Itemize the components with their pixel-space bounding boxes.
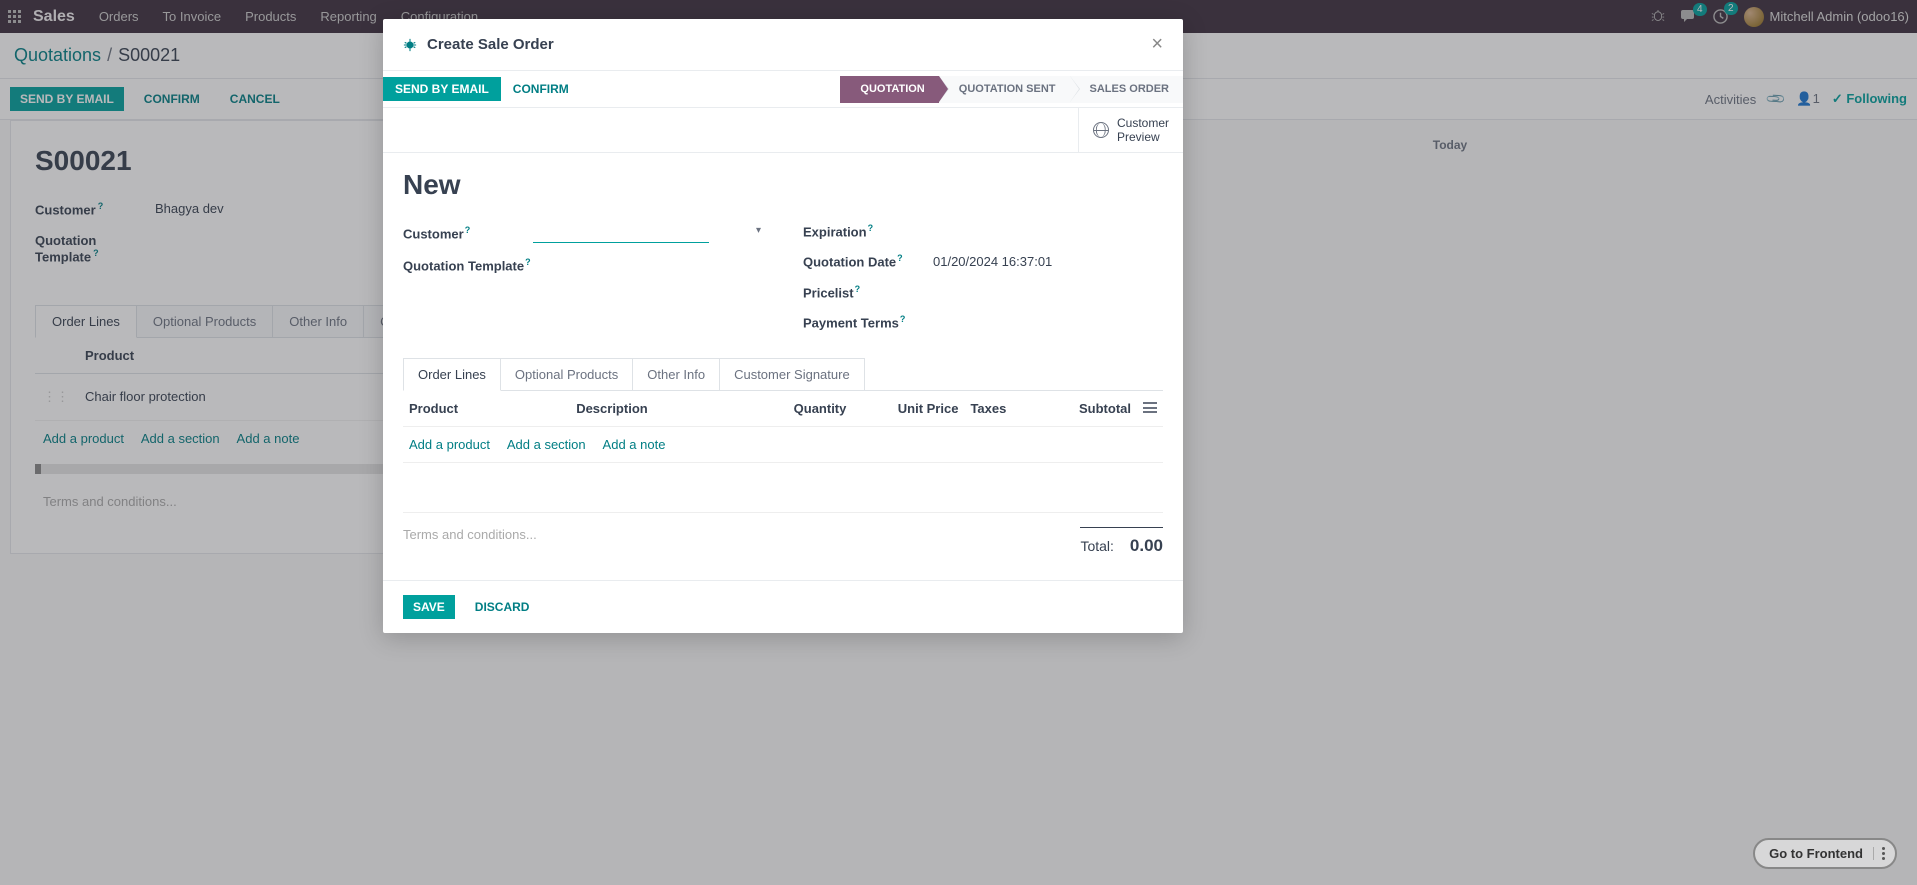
total-value: 0.00 xyxy=(1130,536,1163,556)
m-th-qty: Quantity xyxy=(753,391,853,427)
close-icon[interactable]: × xyxy=(1151,33,1163,56)
m-tab-other-info[interactable]: Other Info xyxy=(632,358,720,390)
m-th-taxes: Taxes xyxy=(964,391,1038,427)
stage-quotation-sent[interactable]: QUOTATION SENT xyxy=(939,76,1070,103)
m-pricelist-label: Pricelist? xyxy=(803,284,933,300)
kebab-icon[interactable] xyxy=(1873,847,1885,860)
stage-sales-order[interactable]: SALES ORDER xyxy=(1070,76,1183,103)
m-th-product: Product xyxy=(403,391,570,427)
modal-confirm-button[interactable]: CONFIRM xyxy=(501,77,581,101)
modal-heading: New xyxy=(403,169,1163,201)
m-pterms-label: Payment Terms? xyxy=(803,314,933,330)
status-bar: QUOTATION QUOTATION SENT SALES ORDER xyxy=(840,76,1183,103)
modal-title: Create Sale Order xyxy=(427,36,1151,53)
m-tab-order-lines[interactable]: Order Lines xyxy=(403,358,501,391)
m-expiration-label: Expiration? xyxy=(803,223,933,239)
go-to-frontend-button[interactable]: Go to Frontend xyxy=(1753,838,1897,869)
save-button[interactable]: SAVE xyxy=(403,595,455,619)
m-qdate-label: Quotation Date? xyxy=(803,253,933,269)
m-add-note-link[interactable]: Add a note xyxy=(603,437,666,452)
m-customer-label: Customer? xyxy=(403,225,533,241)
chevron-down-icon[interactable]: ▾ xyxy=(756,225,761,236)
modal-send-email-button[interactable]: SEND BY EMAIL xyxy=(383,77,501,101)
quotation-date-value[interactable]: 01/20/2024 16:37:01 xyxy=(933,254,1052,269)
discard-button[interactable]: DISCARD xyxy=(465,595,540,619)
m-add-section-link[interactable]: Add a section xyxy=(507,437,586,452)
stage-quotation[interactable]: QUOTATION xyxy=(840,76,938,103)
columns-settings-icon[interactable] xyxy=(1143,401,1157,413)
m-th-subtotal: Subtotal xyxy=(1038,391,1137,427)
m-tab-customer-signature[interactable]: Customer Signature xyxy=(719,358,865,390)
m-qtpl-label: Quotation Template? xyxy=(403,257,533,273)
globe-icon xyxy=(1093,122,1109,138)
m-th-description: Description xyxy=(570,391,752,427)
customer-input[interactable]: ▾ xyxy=(533,223,763,243)
modal-terms-placeholder[interactable]: Terms and conditions... xyxy=(403,527,1080,556)
m-th-unit: Unit Price xyxy=(852,391,964,427)
customer-preview-button[interactable]: CustomerPreview xyxy=(1078,108,1183,152)
total-label: Total: xyxy=(1080,538,1113,554)
create-sale-order-modal: Create Sale Order × SEND BY EMAIL CONFIR… xyxy=(383,19,1183,633)
bug-icon xyxy=(403,38,417,52)
m-add-product-link[interactable]: Add a product xyxy=(409,437,490,452)
m-tab-optional-products[interactable]: Optional Products xyxy=(500,358,633,390)
